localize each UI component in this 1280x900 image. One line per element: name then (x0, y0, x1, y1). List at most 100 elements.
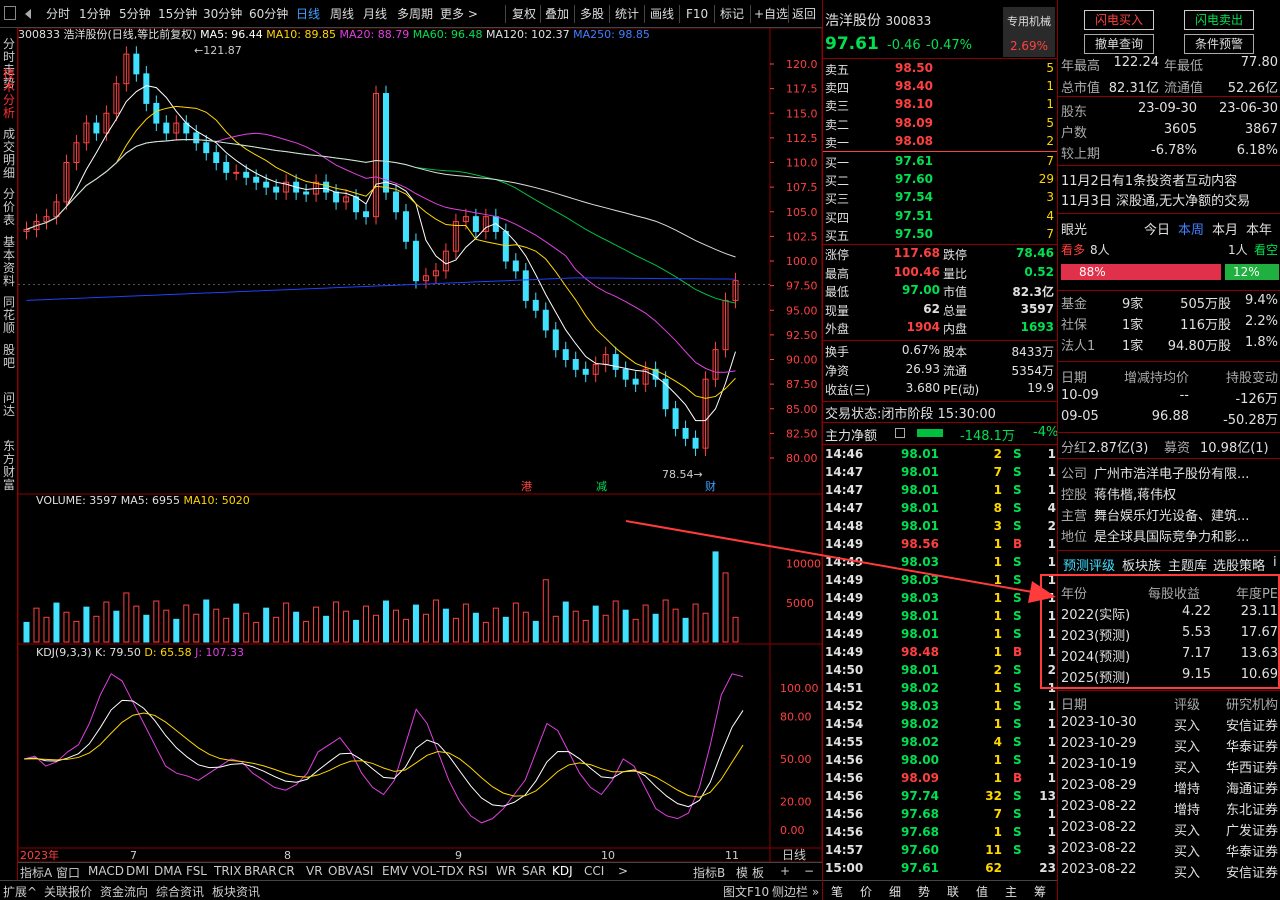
quote-tab[interactable]: 价 (860, 883, 872, 900)
indicator-tab-sar[interactable]: SAR (522, 864, 546, 878)
indicator-tab-窗口[interactable]: 窗口 (56, 864, 80, 881)
indicator-tab-kdj[interactable]: KDJ (552, 864, 573, 878)
forecast-tab[interactable]: i (1273, 555, 1277, 570)
f10-graphic-tab[interactable]: 图文F10 (723, 883, 769, 900)
bid-row[interactable]: 买五 97.50 7 (823, 226, 1058, 244)
adjust-button[interactable]: 复权 (512, 5, 536, 23)
eye-tab[interactable]: 本月 (1212, 219, 1238, 238)
return-button[interactable]: 返回 (792, 5, 816, 23)
multi-stock-button[interactable]: 多股 (580, 5, 604, 23)
toolbar-menu-icon[interactable] (4, 6, 16, 20)
stats-button[interactable]: 统计 (615, 5, 639, 23)
indicator-tab-wr[interactable]: WR (496, 864, 516, 878)
forecast-tab[interactable]: 预测评级 (1063, 555, 1115, 574)
cancel-query-button[interactable]: 撤单查询 (1084, 34, 1154, 54)
eye-tab[interactable]: 本年 (1246, 219, 1272, 238)
vtab-price-table[interactable]: 分价表 (1, 188, 17, 227)
news-item[interactable]: 11月2日有1条投资者互动内容 (1061, 170, 1280, 189)
indicator-tab-asi[interactable]: ASI (354, 864, 373, 878)
quote-tab[interactable]: 笔 (831, 883, 843, 900)
tab-daily[interactable]: 日线 (296, 5, 320, 23)
template-tab[interactable]: 模 (736, 864, 748, 881)
indicator-tab-cci[interactable]: CCI (584, 864, 604, 878)
ask-row[interactable]: 卖一 98.08 2 (823, 133, 1058, 151)
quote-tab[interactable]: 联 (947, 883, 959, 900)
overlay-button[interactable]: 叠加 (545, 5, 569, 23)
zoom-out-button[interactable]: − (804, 864, 814, 878)
flash-buy-button[interactable]: 闪电买入 (1084, 10, 1154, 30)
vtab-eastmoney[interactable]: 东方财富 (1, 440, 17, 492)
indicator-tab-macd[interactable]: MACD (88, 864, 124, 878)
sidebar-toggle[interactable]: 侧边栏 » (772, 883, 819, 900)
ask-row[interactable]: 卖五 98.50 5 (823, 60, 1058, 78)
quote-tab[interactable]: 值 (976, 883, 988, 900)
rating-row[interactable]: 2023-10-29 买入 华泰证券 (1058, 735, 1280, 755)
zoom-in-button[interactable]: + (780, 864, 790, 878)
news-item[interactable]: 11月3日 深股通,无大净额的交易 (1061, 190, 1280, 209)
indicator-tab-cr[interactable]: CR (278, 864, 295, 878)
vtab-ask[interactable]: 问达 (1, 392, 17, 418)
vtab-trade-detail[interactable]: 成交明细 (1, 128, 17, 180)
toolbar-back-icon[interactable] (25, 9, 31, 19)
indicator-tab-dmi[interactable]: DMI (126, 864, 149, 878)
indicator-tab-brar[interactable]: BRAR (244, 864, 277, 878)
indicator-tab-fsl[interactable]: FSL (186, 864, 207, 878)
vtab-forum[interactable]: 股吧 (1, 344, 17, 370)
tab-30min[interactable]: 30分钟 (203, 5, 242, 23)
tab-1min[interactable]: 1分钟 (79, 5, 111, 23)
sector-news-tab[interactable]: 板块资讯 (212, 883, 260, 900)
indicator-tab-trix[interactable]: TRIX (214, 864, 241, 878)
industry-badge[interactable]: 专用机械 2.69% (1003, 7, 1055, 57)
indicator-b-tab[interactable]: 指标B (693, 864, 725, 881)
tab-multi-period[interactable]: 多周期 (397, 5, 433, 23)
rating-row[interactable]: 2023-08-22 增持 东北证券 (1058, 798, 1280, 818)
ask-row[interactable]: 卖二 98.09 5 (823, 115, 1058, 133)
rating-row[interactable]: 2023-08-22 买入 华泰证券 (1058, 840, 1280, 860)
add-watchlist-button[interactable]: +自选 (754, 5, 788, 23)
tab-monthly[interactable]: 月线 (363, 5, 387, 23)
draw-button[interactable]: 画线 (650, 5, 674, 23)
quote-tab[interactable]: 筹 (1034, 883, 1046, 900)
tab-intraday[interactable]: 分时 (46, 5, 70, 23)
ask-row[interactable]: 卖四 98.40 1 (823, 78, 1058, 96)
tab-5min[interactable]: 5分钟 (119, 5, 151, 23)
tab-weekly[interactable]: 周线 (330, 5, 354, 23)
rating-row[interactable]: 2023-10-19 买入 华西证券 (1058, 756, 1280, 776)
kline-chart[interactable]: 120.0 117.5 115.0 112.5 110.0 107.5 105.0 102.5… (18, 28, 822, 862)
indicator-tab-obv[interactable]: OBV (328, 864, 354, 878)
rating-row[interactable]: 2023-08-22 买入 广发证券 (1058, 819, 1280, 839)
news-tab[interactable]: 综合资讯 (156, 883, 204, 900)
bid-row[interactable]: 买三 97.54 3 (823, 189, 1058, 207)
quote-tab[interactable]: 细 (889, 883, 901, 900)
alert-button[interactable]: 条件预警 (1184, 34, 1254, 54)
flash-sell-button[interactable]: 闪电卖出 (1184, 10, 1254, 30)
tab-more[interactable]: 更多 > (440, 5, 478, 23)
bid-row[interactable]: 买一 97.61 7 (823, 153, 1058, 171)
indicator-tab-rsi[interactable]: RSI (468, 864, 488, 878)
bid-row[interactable]: 买四 97.51 4 (823, 208, 1058, 226)
tab-60min[interactable]: 60分钟 (249, 5, 288, 23)
forecast-tab[interactable]: 选股策略 (1213, 555, 1265, 574)
flow-detail-icon[interactable] (895, 428, 905, 438)
rating-row[interactable]: 2023-08-22 买入 安信证券 (1058, 861, 1280, 881)
f10-button[interactable]: F10 (686, 5, 708, 23)
forecast-tab[interactable]: 主题库 (1168, 555, 1207, 574)
expand-button[interactable]: 扩展^ (3, 883, 37, 900)
ask-row[interactable]: 卖三 98.10 1 (823, 96, 1058, 114)
indicator-tab->[interactable]: > (618, 864, 628, 878)
rating-row[interactable]: 2023-08-29 增持 海通证券 (1058, 777, 1280, 797)
vtab-ths[interactable]: 同花顺 (1, 296, 17, 335)
capital-flow-tab[interactable]: 资金流向 (100, 883, 148, 900)
indicator-tab-emv[interactable]: EMV (382, 864, 408, 878)
indicator-tab-vol-tdx[interactable]: VOL-TDX (412, 864, 464, 878)
vtab-fundamentals[interactable]: 基本资料 (1, 236, 17, 288)
eye-tab[interactable]: 本周 (1178, 219, 1204, 238)
news-list[interactable]: 11月2日有1条投资者互动内容 11月3日 深股通,无大净额的交易 (1058, 170, 1280, 210)
board-tab[interactable]: 板 (752, 864, 764, 881)
quote-tab[interactable]: 势 (918, 883, 930, 900)
indicator-tab-dma[interactable]: DMA (154, 864, 182, 878)
forecast-tab[interactable]: 板块族 (1122, 555, 1161, 574)
vtab-technical[interactable]: 技术分析 (1, 68, 17, 120)
tick-list[interactable]: 14:46 98.01 2 S 1 14:47 98.01 7 S 1 14:47 98.01 1 S 1 1… (823, 446, 1058, 878)
rating-row[interactable]: 2023-10-30 买入 安信证券 (1058, 714, 1280, 734)
